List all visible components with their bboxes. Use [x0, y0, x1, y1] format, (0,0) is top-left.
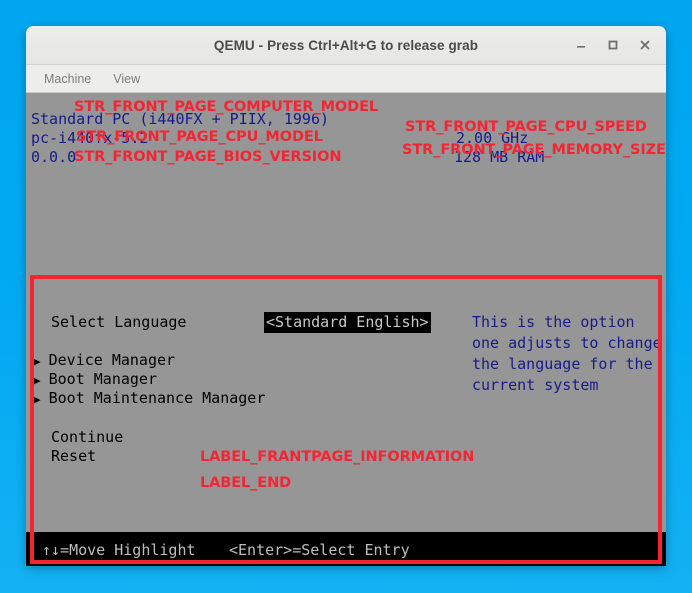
window-controls	[566, 26, 660, 64]
red-highlight-box	[30, 275, 662, 564]
window-title: QEMU - Press Ctrl+Alt+G to release grab	[213, 37, 479, 53]
annotation-bios-version: STR_FRONT_PAGE_BIOS_VERSION	[74, 149, 342, 165]
menu-item-machine[interactable]: Machine	[36, 69, 99, 89]
bios-header-band: Standard PC (i440FX + PIIX, 1996) pc-i44…	[26, 93, 666, 213]
window-titlebar[interactable]: QEMU - Press Ctrl+Alt+G to release grab	[26, 26, 666, 65]
menubar: Machine View	[26, 65, 666, 93]
minimize-button[interactable]	[566, 31, 596, 59]
annotation-cpu-speed: STR_FRONT_PAGE_CPU_SPEED	[405, 119, 647, 135]
close-button[interactable]	[630, 31, 660, 59]
bios-version-value: 0.0.0	[31, 148, 77, 166]
annotation-memory-size: STR_FRONT_PAGE_MEMORY_SIZE	[402, 142, 666, 158]
annotation-computer-model: STR_FRONT_PAGE_COMPUTER_MODEL	[74, 99, 379, 115]
qemu-window: QEMU - Press Ctrl+Alt+G to release grab …	[26, 26, 666, 566]
vm-screen[interactable]: Standard PC (i440FX + PIIX, 1996) pc-i44…	[26, 93, 666, 566]
maximize-button[interactable]	[598, 31, 628, 59]
menu-item-view[interactable]: View	[105, 69, 148, 89]
annotation-cpu-model: STR_FRONT_PAGE_CPU_MODEL	[76, 129, 323, 145]
